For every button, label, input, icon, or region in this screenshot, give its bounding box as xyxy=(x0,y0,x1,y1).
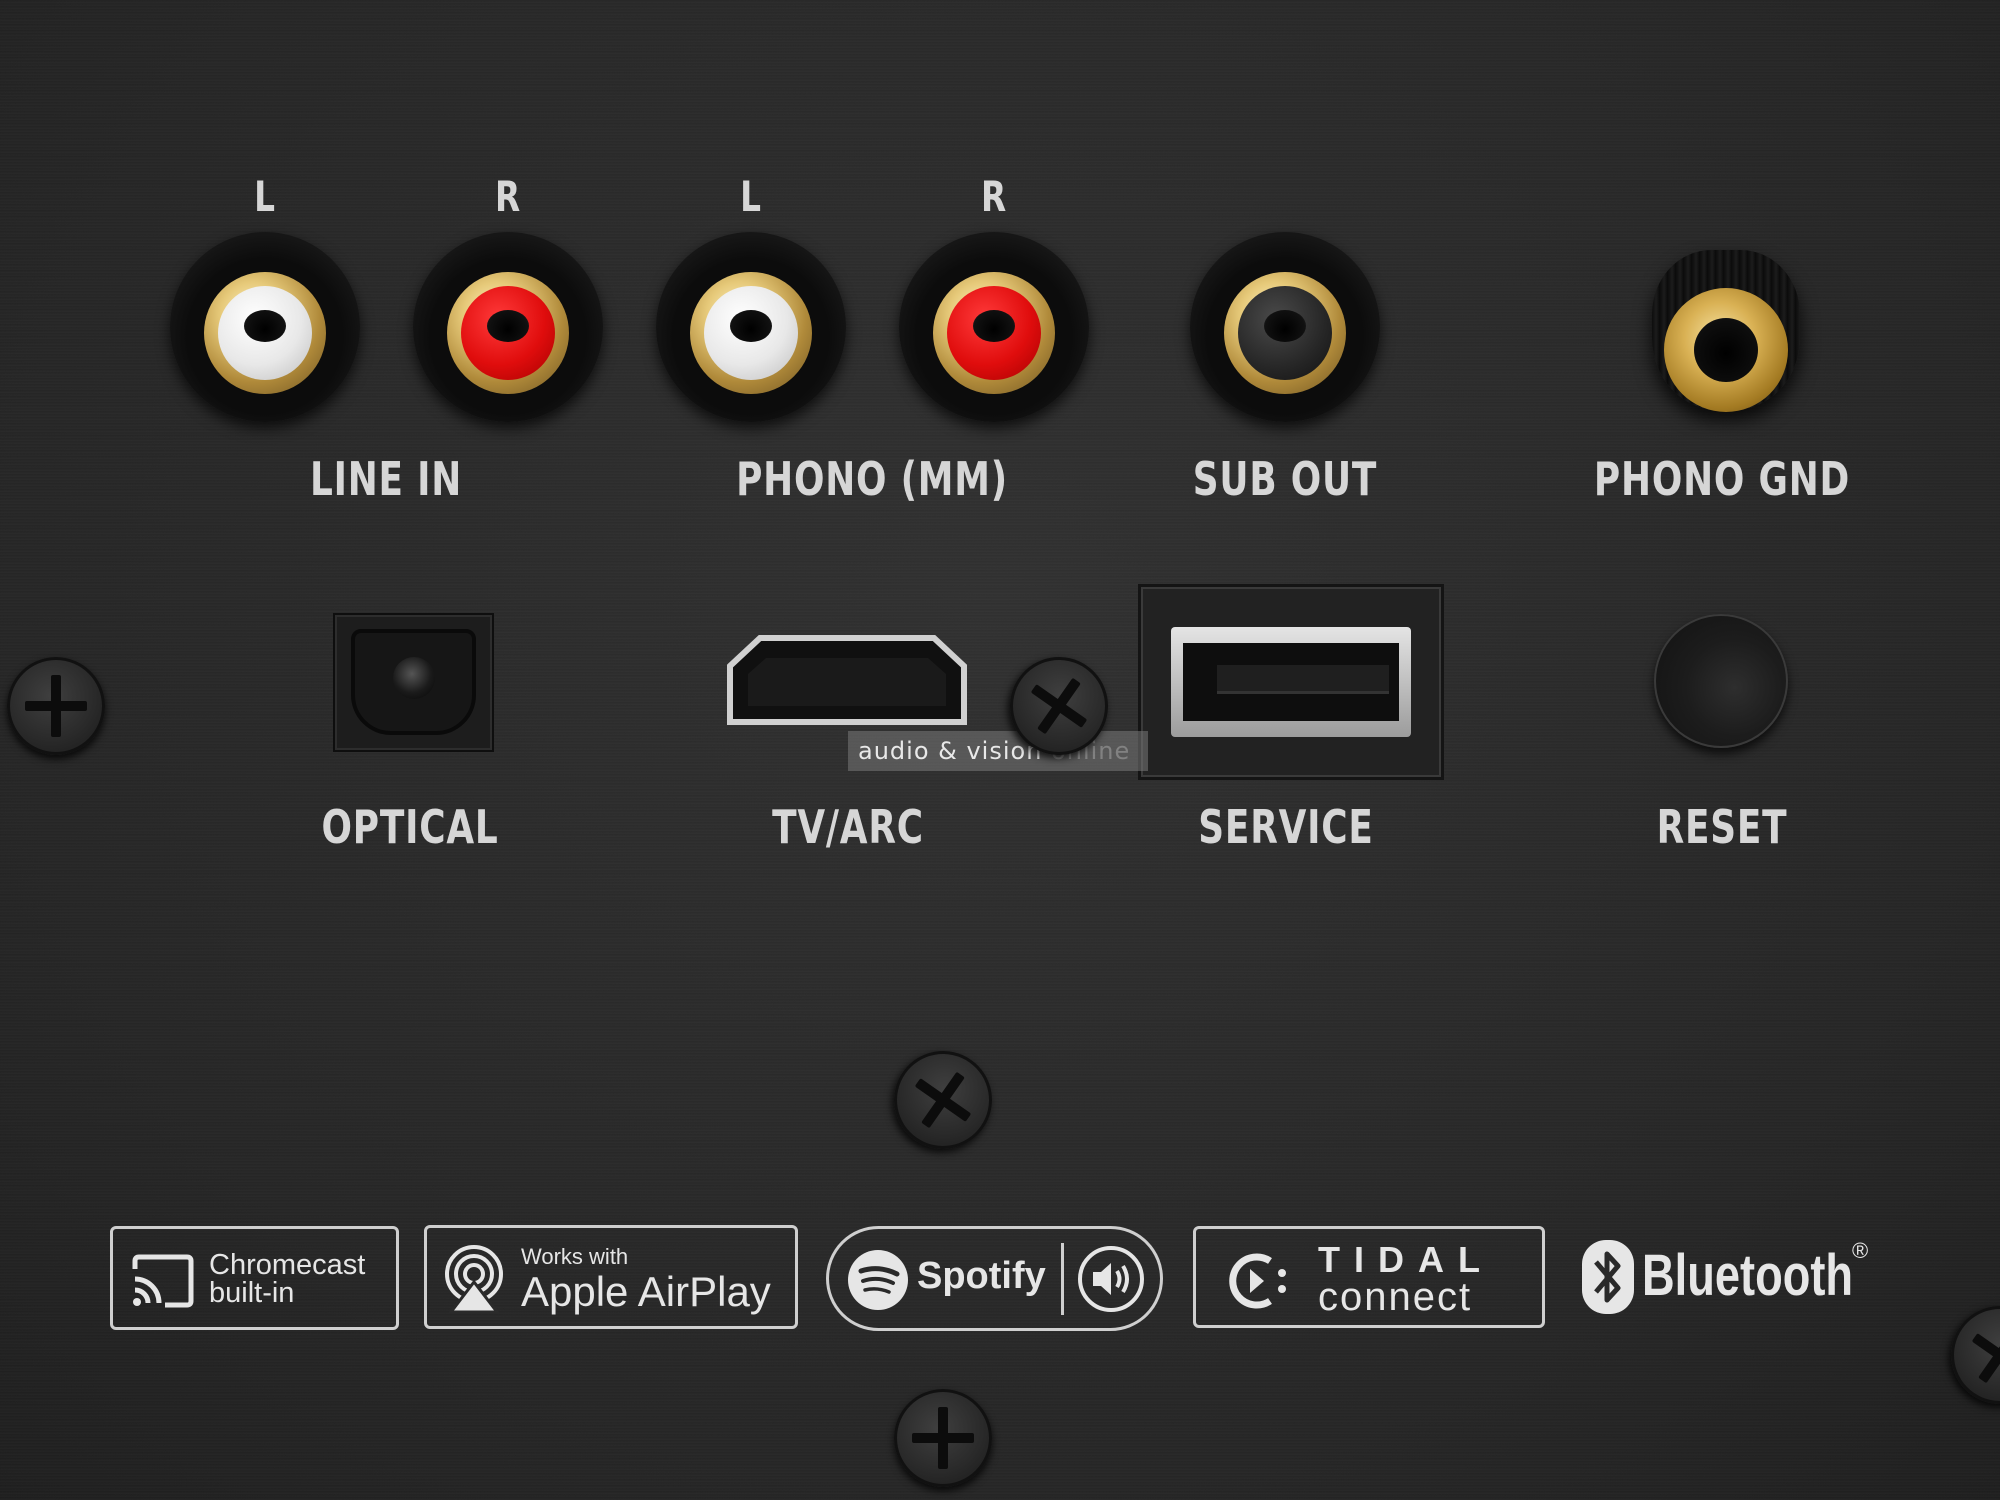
line-in-right-label: R xyxy=(494,172,522,221)
reset-label: RESET xyxy=(1656,800,1788,854)
phono-right-jack[interactable] xyxy=(899,232,1089,422)
bluetooth-registered-mark: ® xyxy=(1852,1238,1869,1263)
chromecast-logo: Chromecast built-in xyxy=(110,1226,399,1330)
airplay-icon xyxy=(445,1245,503,1314)
watermark: audio & vision online xyxy=(848,731,1148,771)
sub-out-label: SUB OUT xyxy=(1192,452,1378,506)
bluetooth-text: Bluetooth xyxy=(1642,1243,1854,1308)
phono-left-jack[interactable] xyxy=(656,232,846,422)
bluetooth-logo: Bluetooth ® xyxy=(1582,1236,1882,1320)
line-in-left-label: L xyxy=(254,172,276,221)
optical-port[interactable] xyxy=(333,613,494,752)
hdmi-arc-port[interactable] xyxy=(726,634,968,726)
phono-mm-label: PHONO (MM) xyxy=(736,452,1008,506)
spotify-text: Spotify xyxy=(917,1255,1046,1297)
phono-right-label: R xyxy=(980,172,1008,221)
screw-center xyxy=(874,1031,1012,1169)
tidal-connect-text: connect xyxy=(1318,1275,1473,1319)
chromecast-line2: built-in xyxy=(209,1277,295,1309)
line-in-right-jack[interactable] xyxy=(413,232,603,422)
rear-panel: L R L R LINE IN PHONO (MM) SUB OUT PHONO… xyxy=(0,0,2000,1500)
service-label: SERVICE xyxy=(1198,800,1374,854)
watermark-main: audio & vision xyxy=(858,737,1043,765)
phono-gnd-label: PHONO GND xyxy=(1593,452,1851,506)
line-in-left-jack[interactable] xyxy=(170,232,360,422)
phono-left-label: L xyxy=(740,172,762,221)
service-usb-frame xyxy=(1138,584,1444,780)
tidal-connect-logo: TIDAL connect xyxy=(1193,1226,1545,1328)
spotify-divider xyxy=(1061,1243,1064,1315)
spotify-icon xyxy=(848,1250,908,1310)
screw-left xyxy=(7,657,105,755)
airplay-big-text: Apple AirPlay xyxy=(521,1268,771,1315)
sub-out-jack[interactable] xyxy=(1190,232,1380,422)
optical-label: OPTICAL xyxy=(321,800,499,854)
screw-bottom xyxy=(894,1389,992,1487)
speaker-icon xyxy=(1078,1246,1144,1312)
cast-icon xyxy=(132,1254,194,1308)
phono-gnd-post[interactable] xyxy=(1646,250,1806,430)
airplay-logo: Works with Apple AirPlay xyxy=(424,1225,798,1329)
reset-button[interactable] xyxy=(1654,614,1788,748)
screw-right-edge xyxy=(1931,1286,2000,1424)
chromecast-line1: Chromecast xyxy=(209,1249,366,1281)
tv-arc-label: TV/ARC xyxy=(772,800,924,854)
bluetooth-icon xyxy=(1582,1240,1634,1314)
airplay-small-text: Works with xyxy=(521,1244,629,1269)
tidal-connect-icon xyxy=(1229,1253,1286,1309)
line-in-label: LINE IN xyxy=(309,452,463,506)
spotify-logo: Spotify xyxy=(826,1226,1163,1331)
service-usb-port[interactable] xyxy=(1171,627,1411,737)
